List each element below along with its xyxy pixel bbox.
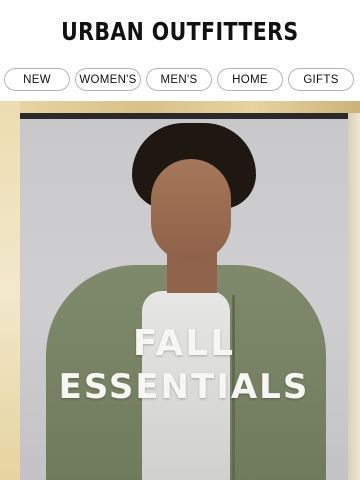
site-header: URBAN OUTFITTERS <box>0 0 360 62</box>
nav-pill-home[interactable]: HOME <box>217 68 283 91</box>
hero-headline-line1: FALL <box>132 323 236 364</box>
hero-photo: FALL ESSENTIALS <box>20 113 348 480</box>
nav-pill-mens[interactable]: MEN'S <box>146 68 212 91</box>
hero-banner[interactable]: FALL ESSENTIALS <box>0 101 360 480</box>
photo-border <box>20 113 348 119</box>
nav-pill-gifts[interactable]: GIFTS <box>288 68 354 91</box>
hero-headline-line2: ESSENTIALS <box>58 367 310 407</box>
model-face <box>151 159 231 261</box>
nav-pill-new[interactable]: NEW <box>4 68 70 91</box>
brand-logo[interactable]: URBAN OUTFITTERS <box>61 17 298 46</box>
nav-pill-womens[interactable]: WOMEN'S <box>75 68 141 91</box>
decorative-tape-left <box>0 101 20 480</box>
decorative-tape-top <box>0 101 360 113</box>
category-nav: NEW WOMEN'S MEN'S HOME GIFTS <box>0 68 360 94</box>
decorative-frame-edge <box>348 113 360 480</box>
